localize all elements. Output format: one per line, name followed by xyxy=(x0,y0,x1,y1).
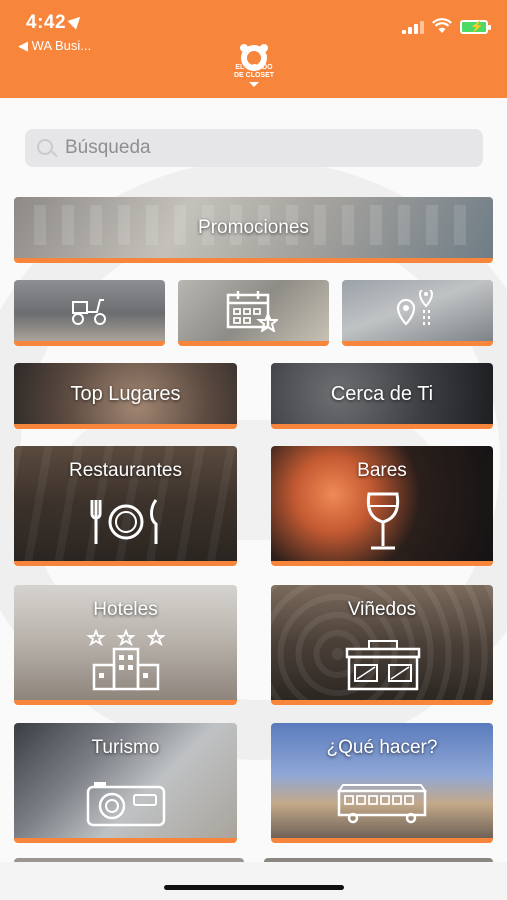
scooter-icon xyxy=(72,299,106,325)
search-bar[interactable] xyxy=(25,129,483,167)
brand-logo[interactable]: EL GORDO DE CLOSET xyxy=(230,40,278,88)
tile-bares-label: Bares xyxy=(357,460,407,481)
status-bar: 4:42 ◀ WA Busi... ⚡ xyxy=(0,0,507,53)
logo-text: EL GORDO DE CLOSET xyxy=(230,64,278,80)
tile-turismo-label: Turismo xyxy=(91,737,160,758)
tile-ubicaciones[interactable] xyxy=(342,280,493,346)
tile-que-hacer-label: ¿Qué hacer? xyxy=(326,737,438,758)
tile-turismo[interactable]: Turismo xyxy=(14,723,237,843)
store-front-icon xyxy=(345,640,421,691)
tile-vinedos[interactable]: Viñedos xyxy=(271,585,493,705)
status-time: 4:42 xyxy=(26,12,85,34)
tile-hoteles[interactable]: Hoteles xyxy=(14,585,237,705)
tile-cerca-de-ti[interactable]: Cerca de Ti xyxy=(271,363,493,429)
hotel-building-icon xyxy=(86,629,166,691)
tile-vinedos-label: Viñedos xyxy=(347,599,417,620)
back-to-app-link[interactable]: ◀ WA Busi... xyxy=(18,38,91,54)
tile-promociones[interactable]: Promociones xyxy=(14,197,493,263)
search-input[interactable] xyxy=(65,129,465,167)
cutlery-plate-icon xyxy=(90,499,158,544)
logo-text-line-1: EL GORDO xyxy=(235,64,273,71)
tile-restaurantes-label: Restaurantes xyxy=(68,460,182,481)
tile-que-hacer[interactable]: ¿Qué hacer? xyxy=(271,723,493,843)
camera-icon xyxy=(86,782,166,827)
trolley-bus-icon xyxy=(337,784,427,824)
cellular-signal-icon xyxy=(402,20,424,34)
battery-icon: ⚡ xyxy=(460,20,491,34)
tile-top-lugares-label: Top Lugares xyxy=(70,383,181,405)
calendar-star-icon xyxy=(226,291,278,332)
tile-cerca-de-ti-label: Cerca de Ti xyxy=(330,383,434,405)
search-icon xyxy=(37,139,53,155)
home-indicator-area xyxy=(0,862,507,900)
tile-bares[interactable]: Bares xyxy=(271,446,493,566)
location-arrow-icon xyxy=(67,12,85,30)
home-indicator-bar[interactable] xyxy=(164,885,344,890)
logo-text-line-2: DE CLOSET xyxy=(233,72,275,79)
map-pin-icon xyxy=(396,290,434,328)
status-time-text: 4:42 xyxy=(26,12,67,33)
tile-hoteles-label: Hoteles xyxy=(93,599,158,620)
tile-promociones-label: Promociones xyxy=(198,217,309,238)
tile-delivery[interactable] xyxy=(14,280,165,346)
tile-eventos[interactable] xyxy=(178,280,329,346)
app-screen: 4:42 ◀ WA Busi... ⚡ EL GORDO DE CLOSET B… xyxy=(0,0,507,900)
tile-restaurantes[interactable]: Restaurantes xyxy=(14,446,237,566)
wine-glass-icon xyxy=(366,492,400,550)
tile-top-lugares[interactable]: Top Lugares xyxy=(14,363,237,429)
app-header: 4:42 ◀ WA Busi... ⚡ EL GORDO DE CLOSET xyxy=(0,0,507,98)
wifi-icon xyxy=(432,18,452,33)
